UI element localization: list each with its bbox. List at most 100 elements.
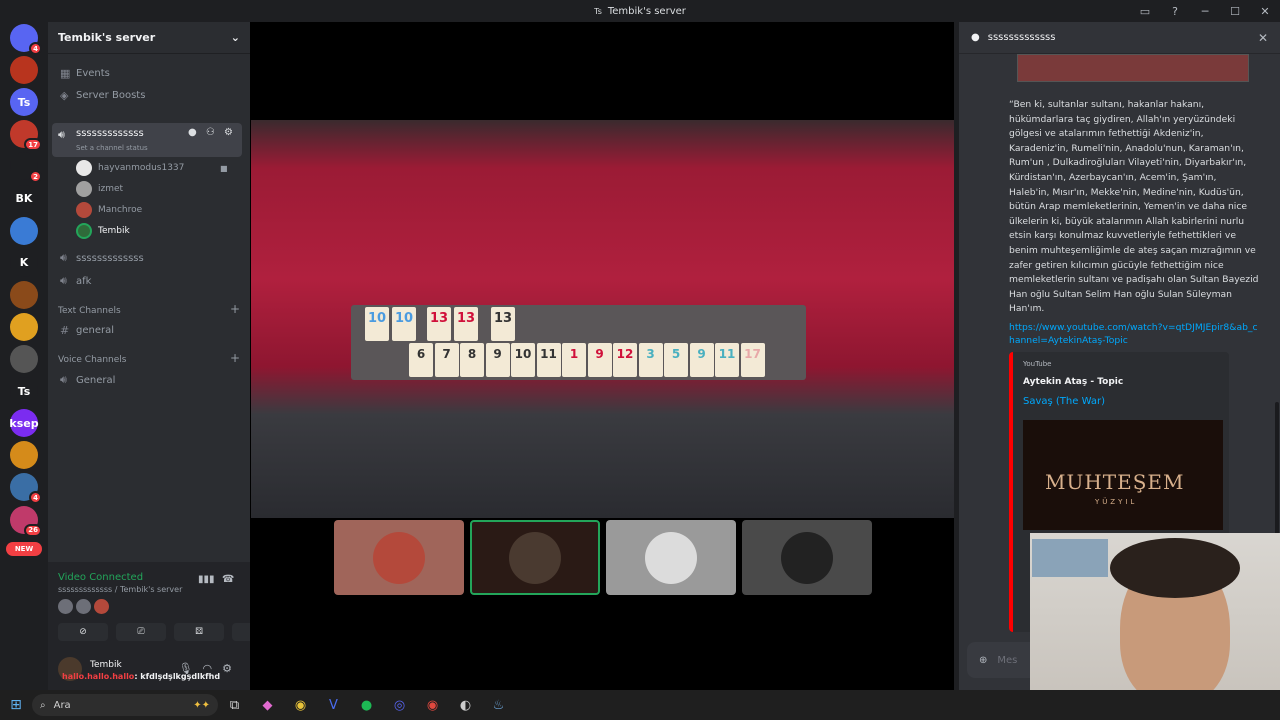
participant-tile[interactable] xyxy=(606,520,736,595)
server-list: NEW 4 Ts 17 2 BK K Ts ksep 4 26 xyxy=(0,22,48,690)
inbox-icon[interactable]: ▭ xyxy=(1130,5,1160,18)
game-tile: 10 xyxy=(511,343,535,377)
server-icon[interactable]: Ts xyxy=(10,377,38,406)
server-icon[interactable] xyxy=(10,280,38,309)
camera-icon: ■ xyxy=(220,163,228,173)
steam-icon[interactable]: ♨ xyxy=(482,698,515,713)
embed-video[interactable]: MUHTEŞEM YÜZYIL xyxy=(1023,420,1223,530)
maximize-button[interactable]: ☐ xyxy=(1220,5,1250,18)
game-tile: 10 xyxy=(365,307,389,341)
game-tile: 13 xyxy=(427,307,451,341)
windows-start-icon[interactable]: ⊞ xyxy=(0,697,32,713)
search-icon: ⌕ xyxy=(40,699,46,711)
participant-thumbnails xyxy=(334,520,872,595)
channel-voice-active[interactable]: 🔊︎ sssssssssssss Set a channel status ● … xyxy=(52,123,242,157)
avatar xyxy=(76,202,92,218)
taskbar-search[interactable]: ⌕ Ara ✦✦ xyxy=(32,694,218,716)
game-tile: 13 xyxy=(491,307,515,341)
server-icon[interactable]: 26 xyxy=(10,505,42,537)
embed-title[interactable]: Savaş (The War) xyxy=(1023,396,1105,407)
game-tile: 9 xyxy=(689,343,714,377)
server-icon[interactable] xyxy=(10,216,38,245)
participant-tile[interactable] xyxy=(334,520,464,595)
server-icon[interactable]: K xyxy=(10,248,38,277)
game-tile: 11 xyxy=(536,343,561,377)
server-icon[interactable] xyxy=(10,345,38,373)
activity-button[interactable]: ⚄ xyxy=(174,623,224,641)
game-tile: 1 xyxy=(562,343,586,377)
message-link[interactable]: https://www.youtube.com/watch?v=qtDJMJEp… xyxy=(1009,321,1259,347)
game-tile: 11 xyxy=(715,343,739,377)
game-tile: 9 xyxy=(587,343,612,377)
connection-status[interactable]: Video Connected xyxy=(58,572,143,583)
server-icon[interactable]: 2 xyxy=(10,152,42,184)
category-voice-channels[interactable]: Voice Channels xyxy=(58,355,126,365)
discord-home-icon[interactable]: 4 xyxy=(10,24,42,55)
channel-text[interactable]: # general xyxy=(48,319,114,341)
chrome-profile-icon[interactable]: ◉ xyxy=(416,698,449,713)
server-icon[interactable] xyxy=(10,312,38,341)
message-image[interactable] xyxy=(1017,54,1249,82)
participant-tile[interactable] xyxy=(470,520,600,595)
voice-user[interactable]: izmet xyxy=(76,179,123,199)
game-tile-rack: 10 10 13 13 13 6 7 8 9 10 11 1 9 12 3 5 9 11 17 xyxy=(351,305,806,380)
screen-share-video[interactable]: 10 10 13 13 13 6 7 8 9 10 11 1 9 12 3 5 9 11 17 xyxy=(251,120,954,518)
add-channel-icon[interactable]: + xyxy=(230,302,240,316)
video-stage: 10 10 13 13 13 6 7 8 9 10 11 1 9 12 3 5 9 11 17 xyxy=(250,22,954,690)
close-button[interactable]: ✕ xyxy=(1250,5,1280,18)
channel-voice[interactable]: 🔊︎ sssssssssssss xyxy=(48,247,144,269)
valorant-icon[interactable]: V xyxy=(317,698,350,713)
server-icon[interactable] xyxy=(10,56,38,85)
chevron-down-icon: ⌄ xyxy=(230,31,240,44)
video-title-text: MUHTEŞEM xyxy=(1045,470,1185,494)
voice-user[interactable]: Manchroe xyxy=(76,200,142,220)
server-icon[interactable]: ksep xyxy=(9,409,39,438)
window-controls: ▭ ? ─ ☐ ✕ xyxy=(1130,0,1280,22)
category-text-channels[interactable]: Text Channels xyxy=(58,306,121,316)
server-header[interactable]: Tembik's server ⌄ xyxy=(48,22,250,54)
channel-status[interactable]: Set a channel status xyxy=(76,144,148,152)
channel-tools[interactable]: ● ⚇ ⚙ xyxy=(188,127,236,138)
user-controls[interactable]: 🎙︎◠⚙ xyxy=(179,662,242,675)
server-icon[interactable]: 4 xyxy=(10,473,42,505)
avatar xyxy=(76,223,92,239)
voice-user[interactable]: hayvanmodus1337 ■ xyxy=(76,158,228,178)
menu-item-server-boosts[interactable]: ◈ Server Boosts xyxy=(48,84,250,106)
app-icon[interactable]: ◐ xyxy=(449,698,482,713)
avatar xyxy=(781,531,833,584)
connection-channel[interactable]: sssssssssssss / Tembik's server xyxy=(58,585,182,594)
speaker-icon: 🔊︎ xyxy=(60,251,67,264)
voice-user[interactable]: Tembik xyxy=(76,221,130,241)
participant-tile[interactable] xyxy=(742,520,872,595)
close-icon[interactable]: ✕ xyxy=(1258,31,1268,45)
menu-item-events[interactable]: ▦ Events xyxy=(48,62,250,84)
add-icon[interactable]: ⊕ xyxy=(979,655,987,666)
help-icon[interactable]: ? xyxy=(1160,5,1190,18)
spotify-icon[interactable]: ● xyxy=(350,698,383,713)
embed-author[interactable]: Aytekin Ataş - Topic xyxy=(1023,377,1123,387)
disconnect-icon[interactable]: ☎ xyxy=(222,574,234,585)
search-placeholder: Ara xyxy=(53,699,71,711)
task-view-icon[interactable]: ⧉ xyxy=(218,698,251,713)
copilot-icon[interactable]: ◆ xyxy=(251,698,284,713)
server-icon[interactable] xyxy=(10,441,38,470)
boost-icon: ◈ xyxy=(60,88,69,102)
minimize-button[interactable]: ─ xyxy=(1190,5,1220,18)
avatar xyxy=(645,531,697,584)
server-icon[interactable]: BK xyxy=(10,184,38,213)
share-screen-button[interactable]: ⎚ xyxy=(116,623,166,641)
avatar xyxy=(76,160,92,176)
add-channel-icon[interactable]: + xyxy=(230,351,240,365)
camera-off-button[interactable]: ⊘ xyxy=(58,623,108,641)
server-icon[interactable]: Ts xyxy=(10,88,38,117)
discord-taskbar-icon[interactable]: ◎ xyxy=(383,698,416,713)
chrome-icon[interactable]: ◉ xyxy=(284,698,317,713)
channel-voice[interactable]: 🔊︎ afk xyxy=(48,270,91,292)
voice-panel: Video Connected sssssssssssss / Tembik's… xyxy=(48,562,282,690)
unread-badge: 17 xyxy=(24,138,42,152)
channel-voice[interactable]: 🔊︎ General xyxy=(48,369,115,391)
signal-icon[interactable]: ▮▮▮ xyxy=(198,574,215,585)
webcam-overlay xyxy=(1030,533,1280,690)
server-icon[interactable]: 17 xyxy=(10,120,42,152)
hash-icon: # xyxy=(60,323,70,337)
